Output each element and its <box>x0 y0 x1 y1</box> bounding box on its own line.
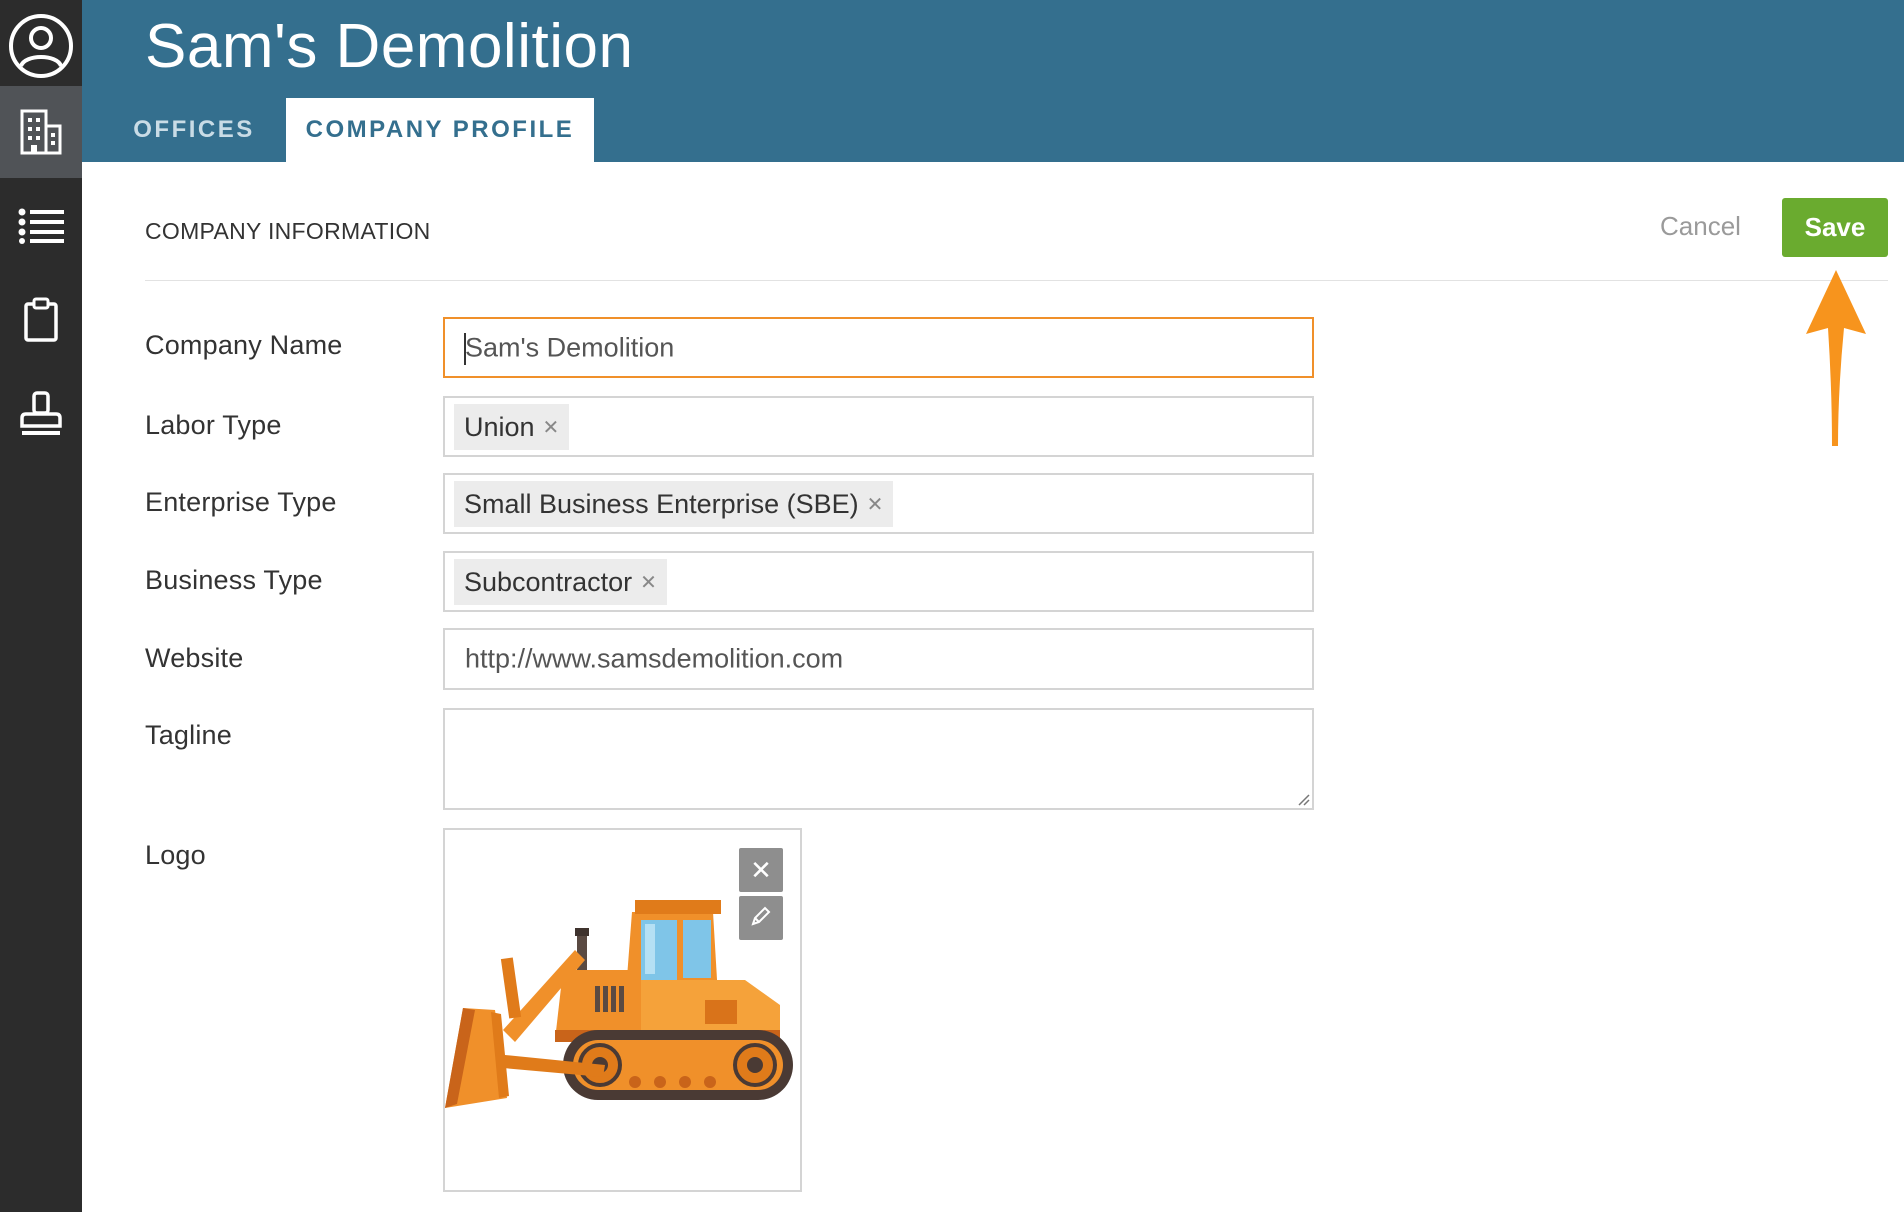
enterprise-type-select[interactable]: Small Business Enterprise (SBE) ✕ <box>443 473 1314 534</box>
sidebar-item-clipboard[interactable] <box>0 274 82 366</box>
cancel-button[interactable]: Cancel <box>1660 206 1741 246</box>
sidebar-item-list[interactable] <box>0 180 82 272</box>
tagline-textarea[interactable] <box>443 708 1314 810</box>
close-icon: ✕ <box>750 854 772 885</box>
tagline-label: Tagline <box>145 720 232 750</box>
page-title: Sam's Demolition <box>145 12 634 81</box>
sidebar-item-stamp[interactable] <box>0 368 82 460</box>
sidebar-item-companies[interactable] <box>0 86 82 178</box>
company-name-label: Company Name <box>145 330 343 360</box>
website-label: Website <box>145 643 244 673</box>
business-type-label: Business Type <box>145 565 323 595</box>
building-icon <box>19 108 63 156</box>
website-input[interactable]: http://www.samsdemolition.com <box>443 628 1314 690</box>
stamp-icon <box>18 390 64 438</box>
labor-type-tag: Union ✕ <box>454 404 570 450</box>
annotation-arrow-icon <box>1806 270 1866 446</box>
tag-label: Union <box>464 411 535 442</box>
website-value: http://www.samsdemolition.com <box>465 643 844 674</box>
page-header: Sam's Demolition OFFICES COMPANY PROFILE <box>82 0 1904 162</box>
tag-label: Subcontractor <box>464 566 633 597</box>
clipboard-icon <box>23 297 59 343</box>
remove-logo-button[interactable]: ✕ <box>739 848 783 892</box>
remove-tag-icon[interactable]: ✕ <box>867 492 884 517</box>
tag-label: Small Business Enterprise (SBE) <box>464 488 859 519</box>
business-type-select[interactable]: Subcontractor ✕ <box>443 551 1314 612</box>
remove-tag-icon[interactable]: ✕ <box>543 415 560 440</box>
company-name-value: Sam's Demolition <box>465 332 675 362</box>
labor-type-select[interactable]: Union ✕ <box>443 396 1314 457</box>
remove-tag-icon[interactable]: ✕ <box>640 570 657 595</box>
resize-grip-icon[interactable] <box>1296 792 1310 806</box>
enterprise-type-label: Enterprise Type <box>145 487 337 517</box>
section-divider <box>145 280 1888 281</box>
logo-upload[interactable]: ✕ <box>443 828 802 1192</box>
labor-type-label: Labor Type <box>145 410 282 440</box>
logo-label: Logo <box>145 840 206 870</box>
user-circle-icon <box>7 12 75 80</box>
pencil-icon <box>750 905 772 932</box>
left-sidebar <box>0 0 82 1212</box>
tab-offices[interactable]: OFFICES <box>102 98 286 162</box>
edit-logo-button[interactable] <box>739 896 783 940</box>
save-button[interactable]: Save <box>1782 198 1888 257</box>
section-title: COMPANY INFORMATION <box>145 218 431 244</box>
tab-company-profile[interactable]: COMPANY PROFILE <box>286 98 594 162</box>
enterprise-type-tag: Small Business Enterprise (SBE) ✕ <box>454 481 894 527</box>
company-name-input[interactable]: Sam's Demolition <box>443 317 1314 378</box>
sidebar-item-profile[interactable] <box>0 0 82 92</box>
list-icon <box>18 208 64 244</box>
business-type-tag: Subcontractor ✕ <box>454 559 667 605</box>
